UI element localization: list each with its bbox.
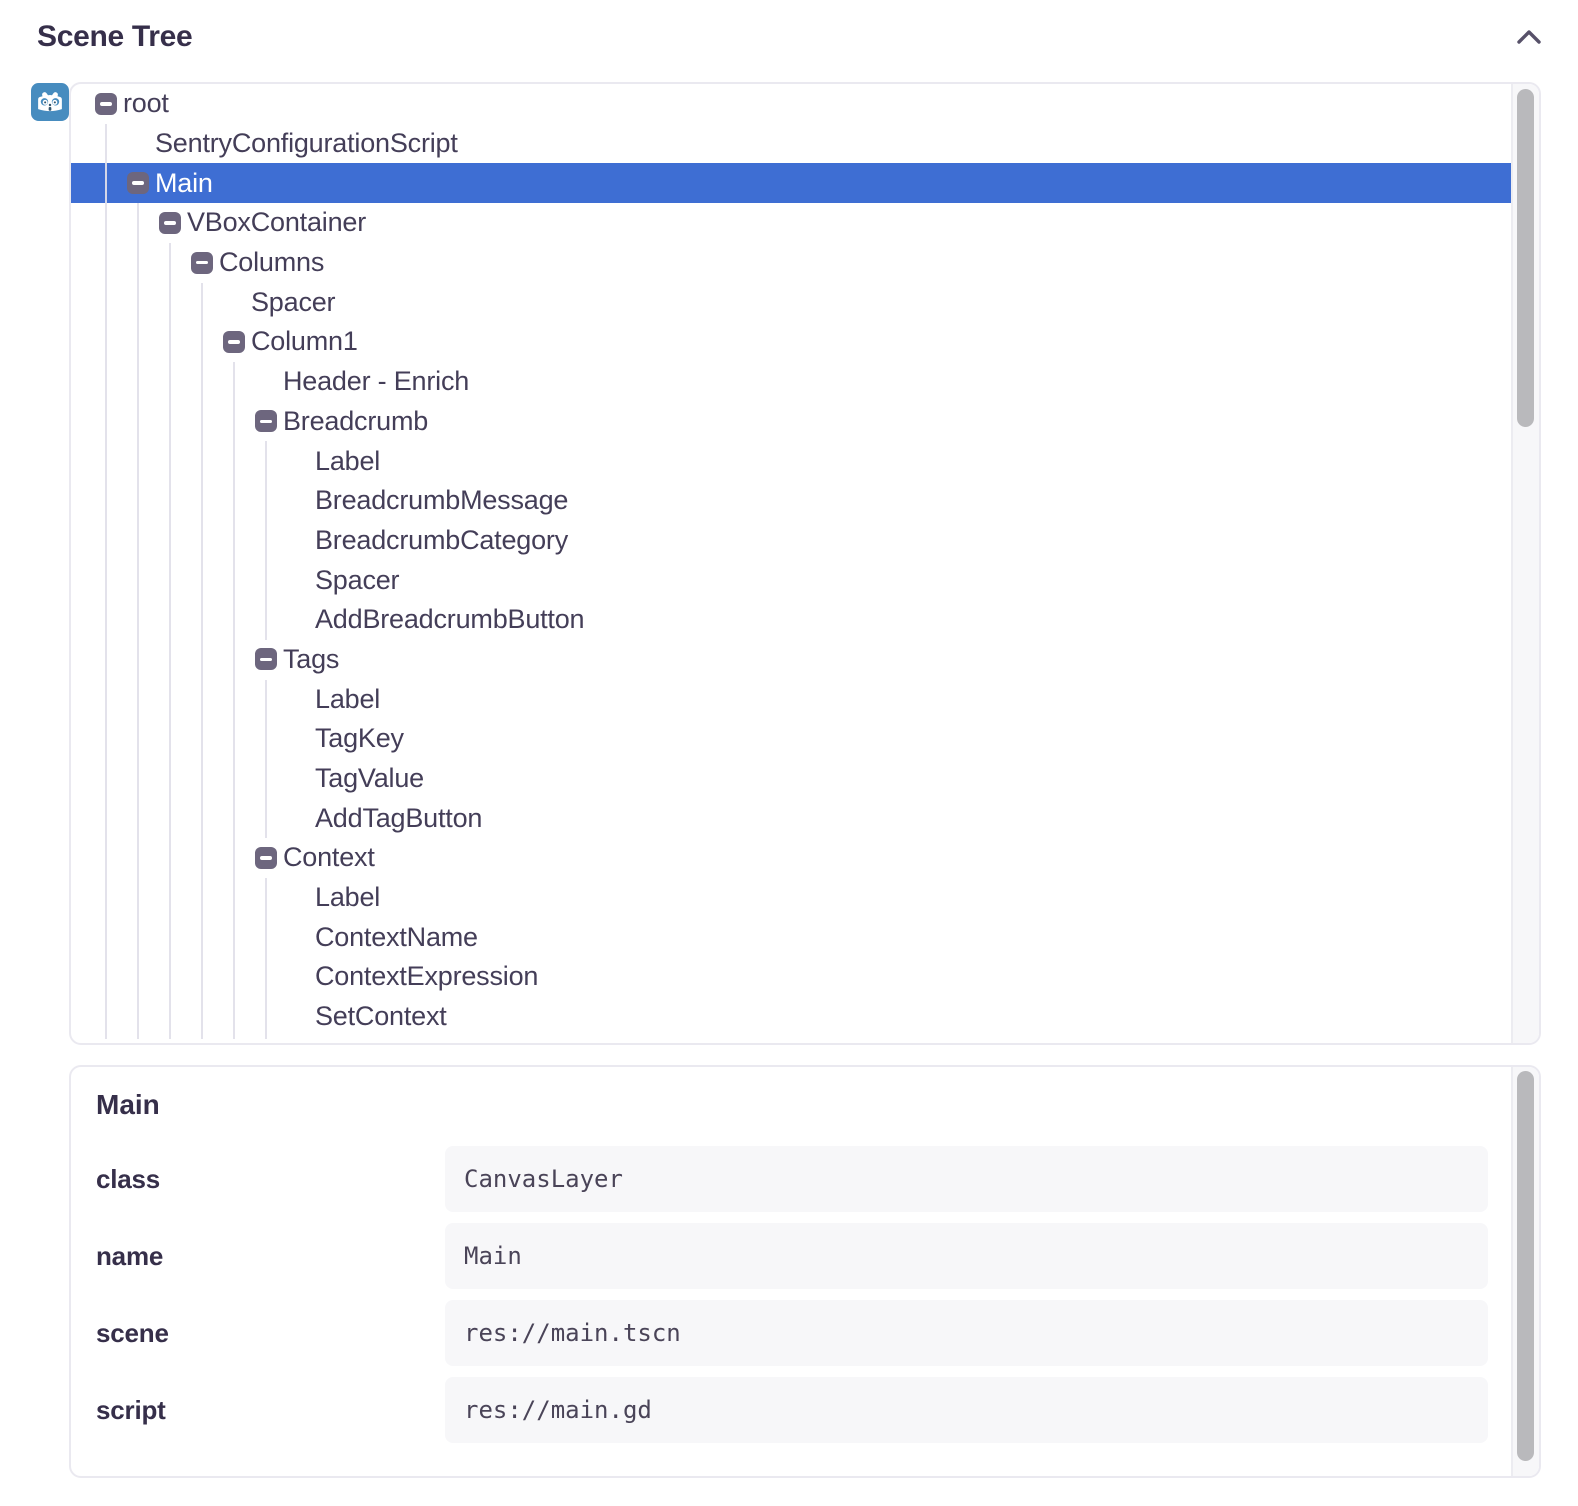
tree-row[interactable]: Label [71,679,1511,719]
tree-row[interactable]: ContextExpression [71,957,1511,997]
detail-field-value-box: res://main.gd [445,1377,1488,1443]
tree-row[interactable]: Columns [71,243,1511,283]
detail-field-value: res://main.gd [464,1396,652,1424]
tree-node-label: Label [315,684,380,715]
tree-node-label: Columns [219,247,324,278]
detail-field-value: res://main.tscn [464,1319,681,1347]
collapse-toggle-icon[interactable] [223,331,245,353]
tree-row[interactable]: Label [71,878,1511,918]
tree-row-selected[interactable]: Main [71,163,1511,203]
tree-node-label: Spacer [251,287,335,318]
tree-row[interactable]: Column1 [71,322,1511,362]
details-title: Main [96,1089,160,1121]
tree-node-label: AddTagButton [315,803,482,834]
detail-field-label: scene [96,1318,445,1349]
tree-node-label: Label [315,446,380,477]
tree-rows: root SentryConfigurationScript Main VBox… [71,84,1511,1033]
tree-row[interactable]: Spacer [71,560,1511,600]
collapse-toggle-icon[interactable] [159,212,181,234]
collapse-section-button[interactable] [1512,24,1546,50]
tree-scrollbar-thumb[interactable] [1517,89,1534,427]
tree-row[interactable]: Breadcrumb [71,402,1511,442]
detail-field-label: name [96,1241,445,1272]
tree-row[interactable]: AddBreadcrumbButton [71,600,1511,640]
tree-row[interactable]: SentryConfigurationScript [71,124,1511,164]
tree-row[interactable]: root [71,84,1511,124]
tree-node-label: BreadcrumbCategory [315,525,568,556]
collapse-toggle-icon[interactable] [191,252,213,274]
tree-node-label: TagKey [315,723,404,754]
tree-row[interactable]: VBoxContainer [71,203,1511,243]
tree-node-label: AddBreadcrumbButton [315,604,584,635]
detail-field-label: class [96,1164,445,1195]
detail-field-value: Main [464,1242,522,1270]
tree-row[interactable]: BreadcrumbCategory [71,521,1511,561]
detail-rows: class CanvasLayer name Main scene res://… [96,1146,1488,1454]
tree-row[interactable]: Spacer [71,282,1511,322]
chevron-up-icon [1516,28,1542,46]
scene-tree-page: Scene Tree root SentryConfigurationScrip… [0,0,1578,1506]
tree-row[interactable]: AddTagButton [71,798,1511,838]
tree-node-label: Label [315,882,380,913]
detail-field-value-box: CanvasLayer [445,1146,1488,1212]
tree-node-label: Header - Enrich [283,366,469,397]
tree-row[interactable]: ContextName [71,917,1511,957]
godot-icon [31,83,69,121]
tree-node-label: VBoxContainer [187,207,366,238]
tree-row[interactable]: BreadcrumbMessage [71,481,1511,521]
detail-row: class CanvasLayer [96,1146,1488,1212]
tree-row[interactable]: Tags [71,640,1511,680]
tree-node-label: ContextName [315,922,478,953]
tree-node-label: Context [283,842,375,873]
details-scrollbar[interactable] [1511,1067,1539,1476]
detail-field-label: script [96,1395,445,1426]
tree-node-label: Tags [283,644,339,675]
tree-node-label: ContextExpression [315,961,538,992]
tree-node-label: Main [155,168,213,199]
tree-node-label: BreadcrumbMessage [315,485,568,516]
node-details-panel: Main class CanvasLayer name Main scene r… [69,1065,1541,1478]
tree-row[interactable]: TagValue [71,759,1511,799]
tree-node-label: Column1 [251,326,358,357]
collapse-toggle-icon[interactable] [255,847,277,869]
tree-node-label: TagValue [315,763,424,794]
tree-node-label: Spacer [315,565,399,596]
scene-tree-panel: root SentryConfigurationScript Main VBox… [69,82,1541,1045]
tree-row[interactable]: TagKey [71,719,1511,759]
collapse-toggle-icon[interactable] [127,172,149,194]
detail-row: script res://main.gd [96,1377,1488,1443]
tree-node-label: Breadcrumb [283,406,428,437]
tree-row[interactable]: SetContext [71,997,1511,1033]
collapse-toggle-icon[interactable] [95,93,117,115]
detail-row: name Main [96,1223,1488,1289]
tree-node-label: SentryConfigurationScript [155,128,458,159]
tree-node-label: SetContext [315,1001,447,1032]
tree-row[interactable]: Header - Enrich [71,362,1511,402]
detail-field-value: CanvasLayer [464,1165,623,1193]
detail-field-value-box: res://main.tscn [445,1300,1488,1366]
tree-row[interactable]: Context [71,838,1511,878]
collapse-toggle-icon[interactable] [255,410,277,432]
tree-scrollbar[interactable] [1511,84,1539,1043]
detail-field-value-box: Main [445,1223,1488,1289]
detail-row: scene res://main.tscn [96,1300,1488,1366]
tree-row[interactable]: Label [71,441,1511,481]
collapse-toggle-icon[interactable] [255,648,277,670]
details-scrollbar-thumb[interactable] [1517,1071,1534,1461]
tree-node-label: root [123,88,169,119]
page-title: Scene Tree [37,20,192,54]
